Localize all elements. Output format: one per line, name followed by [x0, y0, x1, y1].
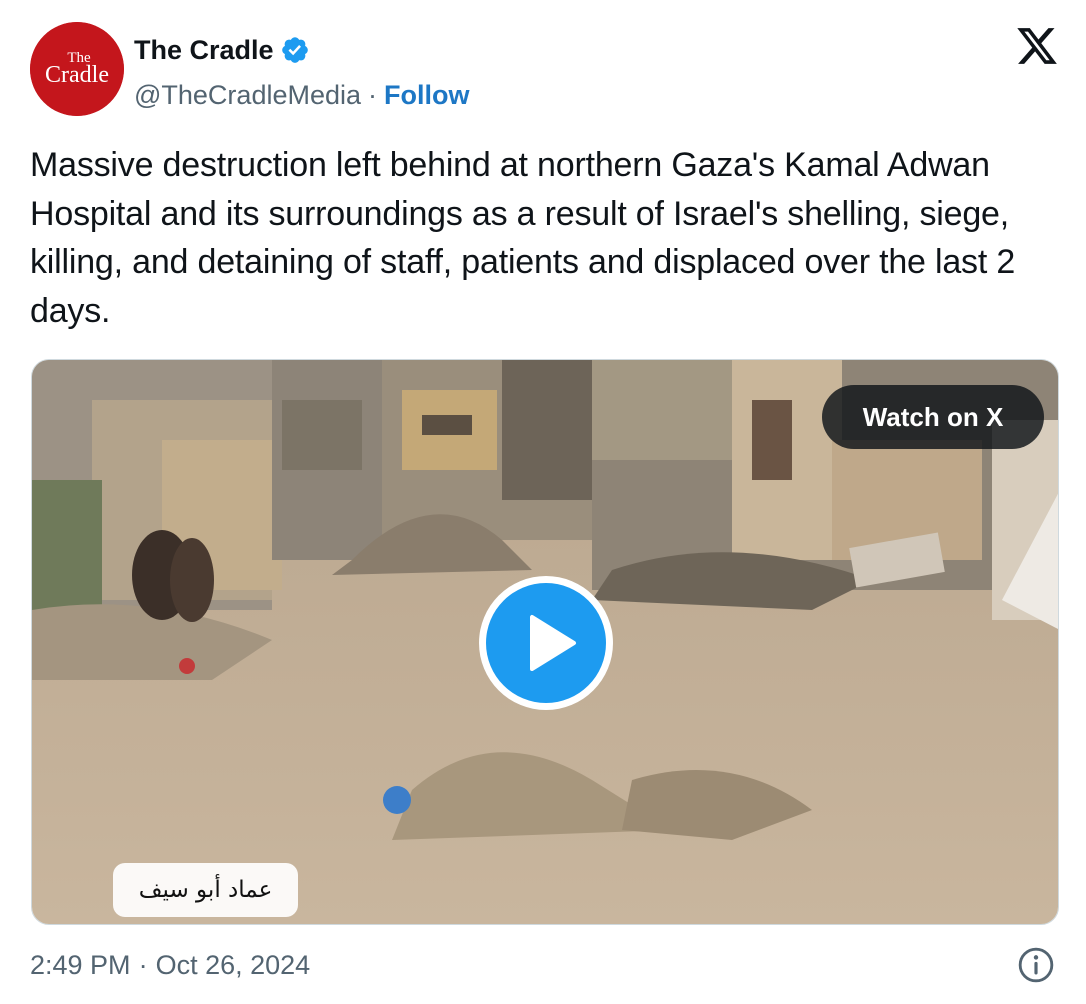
watch-on-x-button[interactable]: Watch on X [822, 385, 1044, 449]
author-handle-row: @TheCradleMedia · Follow [134, 76, 470, 114]
author-handle[interactable]: @TheCradleMedia [134, 80, 361, 111]
timestamp-separator: · [138, 949, 148, 980]
video-player[interactable]: Watch on X عماد أبو سيف [31, 359, 1059, 925]
the-cradle-logo: The Cradle [30, 22, 124, 116]
avatar[interactable]: The Cradle [30, 22, 124, 116]
info-icon[interactable] [1017, 946, 1055, 984]
play-icon [530, 615, 576, 671]
verified-badge-icon [281, 37, 308, 63]
timestamp[interactable]: 2:49 PM · Oct 26, 2024 [30, 945, 310, 985]
tweet-time: 2:49 PM [30, 949, 131, 980]
play-button[interactable] [479, 576, 613, 710]
video-caption: عماد أبو سيف [113, 863, 298, 917]
tweet-text: Massive destruction left behind at north… [30, 146, 1016, 330]
tweet-date: Oct 26, 2024 [155, 949, 311, 980]
follow-button[interactable]: Follow [384, 80, 469, 111]
play-button-circle [486, 583, 606, 703]
author-name-row: The Cradle [134, 30, 310, 70]
avatar-text-bottom: Cradle [45, 62, 109, 88]
display-name[interactable]: The Cradle [134, 35, 274, 66]
tweet-card: The Cradle The Cradle @TheCradleMedia · … [0, 0, 1086, 1004]
handle-separator: · [368, 79, 378, 110]
x-logo-icon[interactable] [1014, 24, 1060, 68]
